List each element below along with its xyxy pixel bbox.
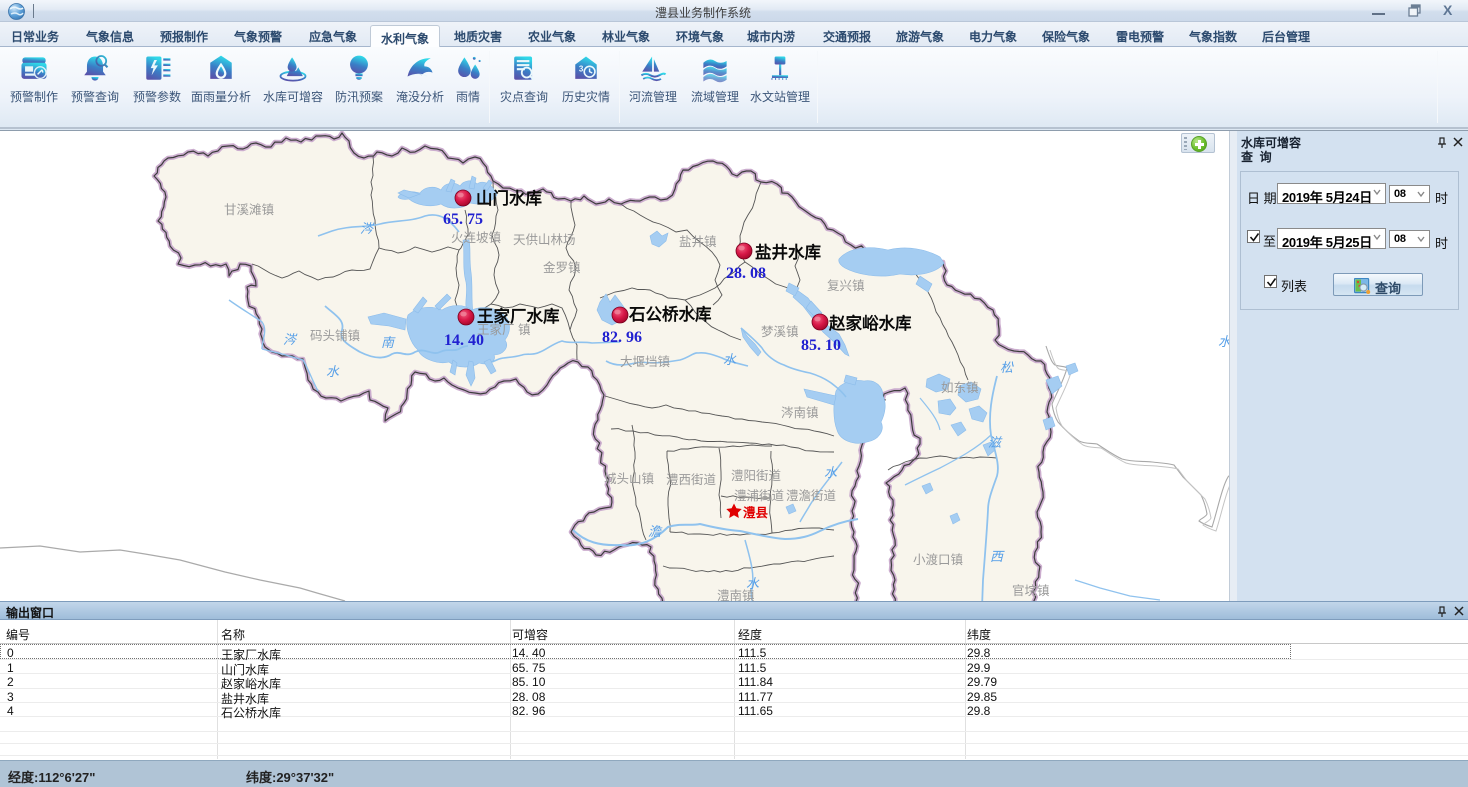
svg-text:金罗镇: 金罗镇 bbox=[543, 260, 581, 275]
svg-text:甘溪滩镇: 甘溪滩镇 bbox=[224, 203, 274, 217]
svg-text:火连坡镇: 火连坡镇 bbox=[451, 230, 501, 245]
svg-text:复兴镇: 复兴镇 bbox=[827, 279, 865, 293]
svg-text:涔: 涔 bbox=[360, 221, 375, 236]
svg-text:涔南镇: 涔南镇 bbox=[781, 405, 819, 420]
svg-text:赵家峪水库: 赵家峪水库 bbox=[828, 313, 912, 333]
svg-text:南: 南 bbox=[381, 335, 396, 350]
svg-text:西: 西 bbox=[990, 549, 1005, 564]
svg-text:山门水库: 山门水库 bbox=[476, 188, 543, 208]
svg-text:澧阳街道: 澧阳街道 bbox=[731, 469, 782, 483]
svg-text:盐井水库: 盐井水库 bbox=[755, 242, 822, 262]
svg-text:82. 96: 82. 96 bbox=[602, 329, 642, 346]
svg-text:滋: 滋 bbox=[988, 435, 1003, 450]
svg-text:码头铺镇: 码头铺镇 bbox=[310, 329, 360, 343]
svg-text:28. 08: 28. 08 bbox=[726, 265, 766, 282]
svg-text:水: 水 bbox=[746, 576, 760, 591]
svg-text:水: 水 bbox=[824, 465, 838, 480]
svg-text:澧澹街道: 澧澹街道 bbox=[786, 489, 837, 503]
svg-text:官垸镇: 官垸镇 bbox=[1012, 583, 1050, 598]
svg-text:盐井镇: 盐井镇 bbox=[679, 235, 717, 249]
svg-text:澧西街道: 澧西街道 bbox=[666, 473, 717, 487]
svg-text:85. 10: 85. 10 bbox=[801, 337, 841, 354]
svg-text:水: 水 bbox=[723, 352, 737, 367]
svg-text:梦溪镇: 梦溪镇 bbox=[761, 325, 799, 339]
svg-text:如东镇: 如东镇 bbox=[941, 380, 979, 395]
svg-text:水: 水 bbox=[1218, 334, 1229, 349]
svg-text:王家厂水库: 王家厂水库 bbox=[477, 306, 560, 326]
svg-text:石公桥水库: 石公桥水库 bbox=[628, 304, 712, 324]
svg-text:澹: 澹 bbox=[648, 524, 663, 539]
svg-text:3: 3 bbox=[579, 65, 584, 74]
svg-text:涔: 涔 bbox=[283, 332, 298, 347]
svg-text:天供山林场: 天供山林场 bbox=[513, 233, 576, 247]
svg-text:14. 40: 14. 40 bbox=[444, 332, 484, 349]
svg-text:澧浦街道: 澧浦街道 bbox=[734, 489, 785, 503]
svg-text:澧县: 澧县 bbox=[743, 505, 769, 520]
svg-text:松: 松 bbox=[1000, 360, 1014, 375]
svg-text:小渡口镇: 小渡口镇 bbox=[913, 552, 963, 567]
svg-text:水: 水 bbox=[326, 364, 340, 379]
svg-text:大堰垱镇: 大堰垱镇 bbox=[620, 355, 670, 369]
svg-text:城头山镇: 城头山镇 bbox=[604, 472, 654, 486]
svg-text:65. 75: 65. 75 bbox=[443, 211, 483, 228]
